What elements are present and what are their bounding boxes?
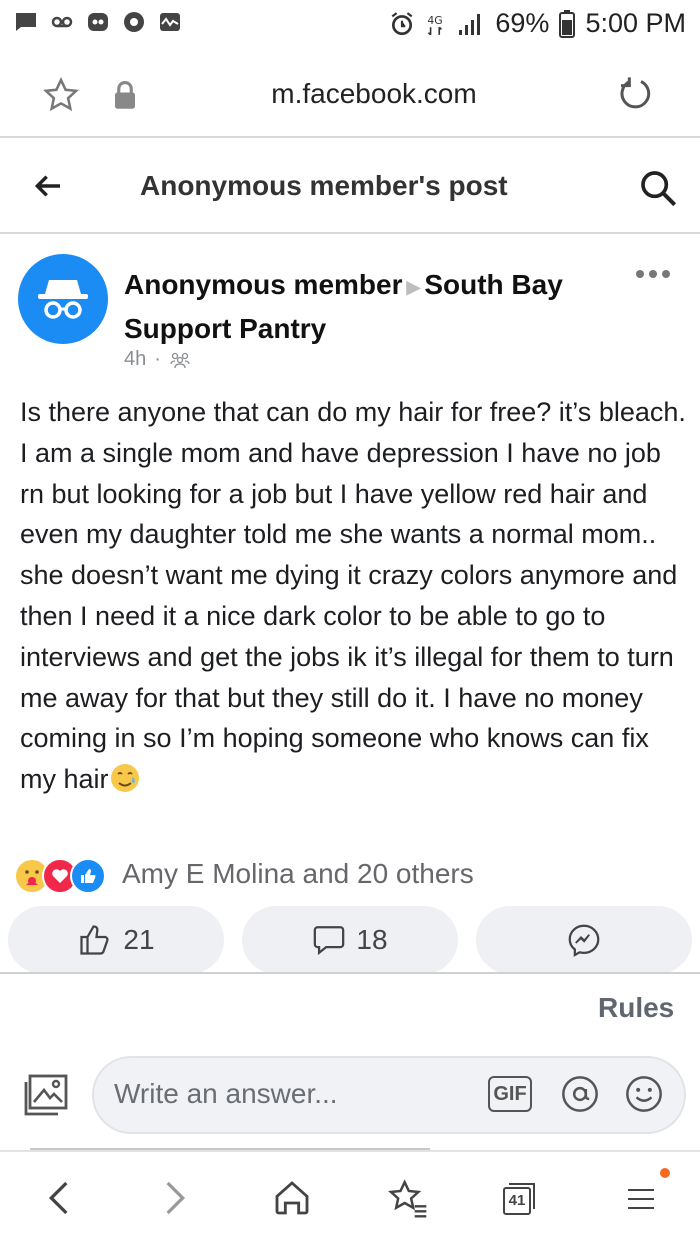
post-meta: Anonymous member ▶ South Bay Support Pantr… [124, 264, 624, 350]
smiling-tear-emoji-icon [110, 764, 139, 793]
triangle-right-icon: ▶ [406, 276, 421, 297]
post-time[interactable]: 4h [124, 348, 146, 371]
anonymous-member-icon [38, 280, 88, 319]
time-separator: · [154, 348, 161, 370]
avatar[interactable] [18, 254, 108, 344]
tabs-button[interactable]: 41 [502, 1182, 538, 1216]
status-bar: 4G 69% 5:00 PM [0, 0, 700, 50]
app-icon [88, 13, 108, 31]
section-divider [0, 972, 700, 974]
thumbs-up-icon [80, 925, 110, 955]
page-header: Anonymous member's post [0, 140, 700, 234]
like-button[interactable]: 21 [8, 906, 224, 974]
post-body: Is there anyone that can do my hair for … [20, 392, 690, 800]
status-notifications [14, 10, 182, 34]
reload-icon[interactable] [616, 74, 656, 114]
activity-icon [160, 13, 180, 31]
comment-icon [314, 926, 345, 956]
post-author-line: Anonymous member ▶ South Bay Support Pantr… [124, 264, 624, 350]
post-timestamp: 4h · [124, 348, 191, 371]
group-members-icon [170, 352, 190, 368]
notification-dot [660, 1168, 670, 1178]
like-reaction-icon [70, 858, 106, 894]
menu-button[interactable] [626, 1168, 670, 1221]
message-icon [16, 13, 36, 31]
browser-bottom-nav: 41 [0, 1150, 700, 1244]
search-icon[interactable] [638, 168, 678, 208]
like-count: 21 [123, 924, 155, 955]
svg-text:4G: 4G [428, 14, 443, 27]
status-system: 4G 69% 5:00 PM [389, 8, 686, 39]
clock: 5:00 PM [585, 8, 686, 38]
browser-url-bar: m.facebook.com [0, 50, 700, 138]
answer-input[interactable]: Write an answer... [114, 1078, 338, 1110]
messenger-share-button[interactable] [476, 906, 692, 974]
battery-percent: 69% [495, 8, 550, 38]
data-icon: 4G [428, 14, 443, 35]
hamburger-menu-icon [628, 1189, 654, 1209]
nav-home-icon[interactable] [272, 1178, 312, 1218]
page-title: Anonymous member's post [140, 170, 508, 201]
comment-count: 18 [356, 924, 388, 955]
alarm-icon [391, 11, 413, 35]
url-text[interactable]: m.facebook.com [0, 78, 700, 110]
reaction-icons[interactable] [14, 858, 106, 894]
gif-button[interactable]: GIF [488, 1076, 532, 1112]
reactions-summary[interactable]: Amy E Molina and 20 others [122, 858, 474, 890]
nav-back-icon[interactable] [44, 1178, 72, 1218]
answer-composer[interactable]: Write an answer... GIF [92, 1056, 686, 1134]
comment-button[interactable]: 18 [242, 906, 458, 974]
post-text: Is there anyone that can do my hair for … [20, 397, 686, 795]
back-arrow-icon[interactable] [30, 170, 66, 202]
more-options-icon[interactable] [636, 270, 670, 278]
battery-icon [559, 9, 576, 38]
chrome-icon [124, 12, 144, 32]
signal-icon [459, 13, 481, 35]
bookmarks-icon[interactable] [386, 1178, 430, 1218]
tabs-count: 41 [508, 1192, 526, 1209]
mention-at-icon[interactable] [560, 1074, 600, 1114]
photo-attach-icon[interactable] [22, 1072, 70, 1118]
emoji-smile-icon[interactable] [624, 1074, 664, 1114]
post-author[interactable]: Anonymous member [124, 269, 403, 300]
rules-link[interactable]: Rules [598, 992, 674, 1024]
nav-forward-icon[interactable] [162, 1178, 190, 1218]
voicemail-icon [51, 16, 73, 28]
messenger-icon [568, 924, 600, 957]
